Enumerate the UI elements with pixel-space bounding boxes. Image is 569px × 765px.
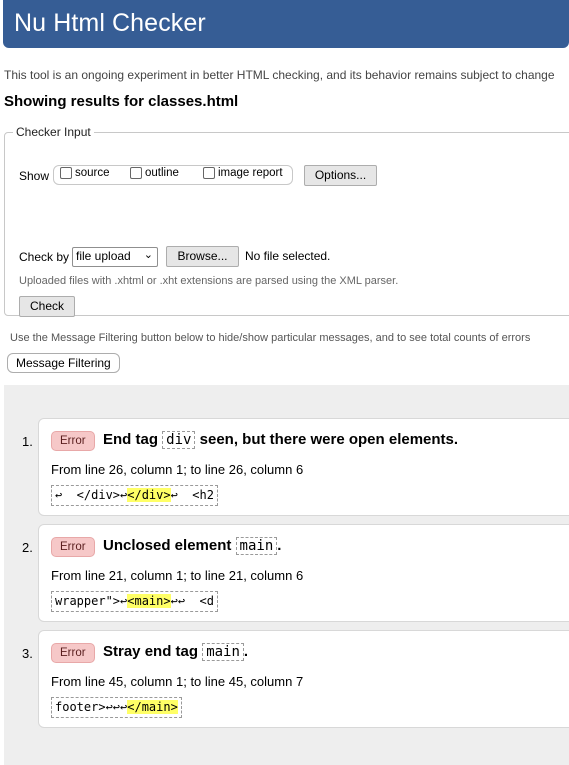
check-button[interactable]: Check bbox=[19, 296, 75, 317]
code-extract: footer>↩↩↩</main> bbox=[51, 697, 182, 718]
results-heading: Showing results for classes.html bbox=[4, 93, 239, 110]
source-label: source bbox=[75, 167, 110, 179]
outline-checkbox[interactable] bbox=[130, 167, 142, 179]
check-by-select[interactable]: file upload ⌄ bbox=[72, 247, 158, 267]
result-location: From line 21, column 1; to line 21, colu… bbox=[51, 568, 304, 583]
result-message: Stray end tag main. bbox=[103, 643, 249, 661]
result-location: From line 45, column 1; to line 45, colu… bbox=[51, 674, 304, 689]
image-report-checkbox[interactable] bbox=[203, 167, 215, 179]
message-text: End tag bbox=[103, 431, 163, 448]
tagline: This tool is an ongoing experiment in be… bbox=[4, 68, 555, 82]
check-by-label: Check by bbox=[19, 250, 70, 264]
checker-input-legend: Checker Input bbox=[16, 125, 91, 139]
check-by-value: file upload bbox=[76, 249, 131, 263]
show-image-report-option[interactable]: image report bbox=[203, 167, 283, 179]
error-badge: Error bbox=[51, 643, 95, 663]
extract-highlight: </div> bbox=[127, 488, 171, 502]
filter-note: Use the Message Filtering button below t… bbox=[10, 332, 531, 344]
image-report-label: image report bbox=[218, 167, 283, 179]
result-message: Unclosed element main. bbox=[103, 537, 282, 555]
show-label: Show bbox=[19, 169, 50, 183]
result-item: Error End tag div seen, but there were o… bbox=[38, 418, 569, 516]
xml-parser-note: Uploaded files with .xhtml or .xht exten… bbox=[19, 275, 399, 287]
results-list: 1. Error End tag div seen, but there wer… bbox=[4, 385, 569, 765]
result-item: Error Unclosed element main. From line 2… bbox=[38, 524, 569, 622]
extract-before: footer>↩↩↩ bbox=[55, 700, 128, 714]
options-button[interactable]: Options... bbox=[304, 165, 377, 186]
outline-label: outline bbox=[145, 167, 179, 179]
show-outline-option[interactable]: outline bbox=[130, 167, 179, 179]
show-options-group: source outline image report bbox=[53, 165, 293, 185]
message-code: div bbox=[162, 431, 196, 449]
result-number: 3. bbox=[22, 646, 33, 661]
message-filtering-button[interactable]: Message Filtering bbox=[7, 353, 120, 373]
error-badge: Error bbox=[51, 537, 95, 557]
chevron-down-icon: ⌄ bbox=[143, 249, 153, 261]
extract-highlight: <main> bbox=[127, 594, 171, 608]
message-text-end: seen, but there were open elements. bbox=[195, 431, 459, 448]
checker-input-panel: Checker Input Show source outline image … bbox=[4, 125, 569, 317]
source-checkbox[interactable] bbox=[60, 167, 72, 179]
file-status: No file selected. bbox=[245, 249, 331, 263]
header-banner: Nu Html Checker bbox=[3, 0, 569, 48]
code-extract: ↩ </div>↩</div>↩ <h2 bbox=[51, 485, 218, 506]
result-item: Error Stray end tag main. From line 45, … bbox=[38, 630, 569, 728]
app-title: Nu Html Checker bbox=[14, 9, 206, 37]
show-source-option[interactable]: source bbox=[60, 167, 110, 179]
message-text: Stray end tag bbox=[103, 643, 203, 660]
result-number: 1. bbox=[22, 434, 33, 449]
extract-before: ↩ </div>↩ bbox=[55, 488, 128, 502]
extract-after: ↩↩ <d bbox=[170, 594, 214, 608]
extract-highlight: </main> bbox=[127, 700, 178, 714]
result-number: 2. bbox=[22, 540, 33, 555]
message-text-end: . bbox=[243, 643, 249, 660]
extract-before: wrapper">↩ bbox=[55, 594, 128, 608]
message-code: main bbox=[202, 643, 244, 661]
message-text: Unclosed element bbox=[103, 537, 236, 554]
result-location: From line 26, column 1; to line 26, colu… bbox=[51, 462, 304, 477]
error-badge: Error bbox=[51, 431, 95, 451]
result-message: End tag div seen, but there were open el… bbox=[103, 431, 459, 449]
extract-after: ↩ <h2 bbox=[170, 488, 214, 502]
message-code: main bbox=[235, 537, 278, 555]
message-text-end: . bbox=[277, 537, 282, 554]
browse-button[interactable]: Browse... bbox=[166, 246, 239, 267]
code-extract: wrapper">↩<main>↩↩ <d bbox=[51, 591, 218, 612]
